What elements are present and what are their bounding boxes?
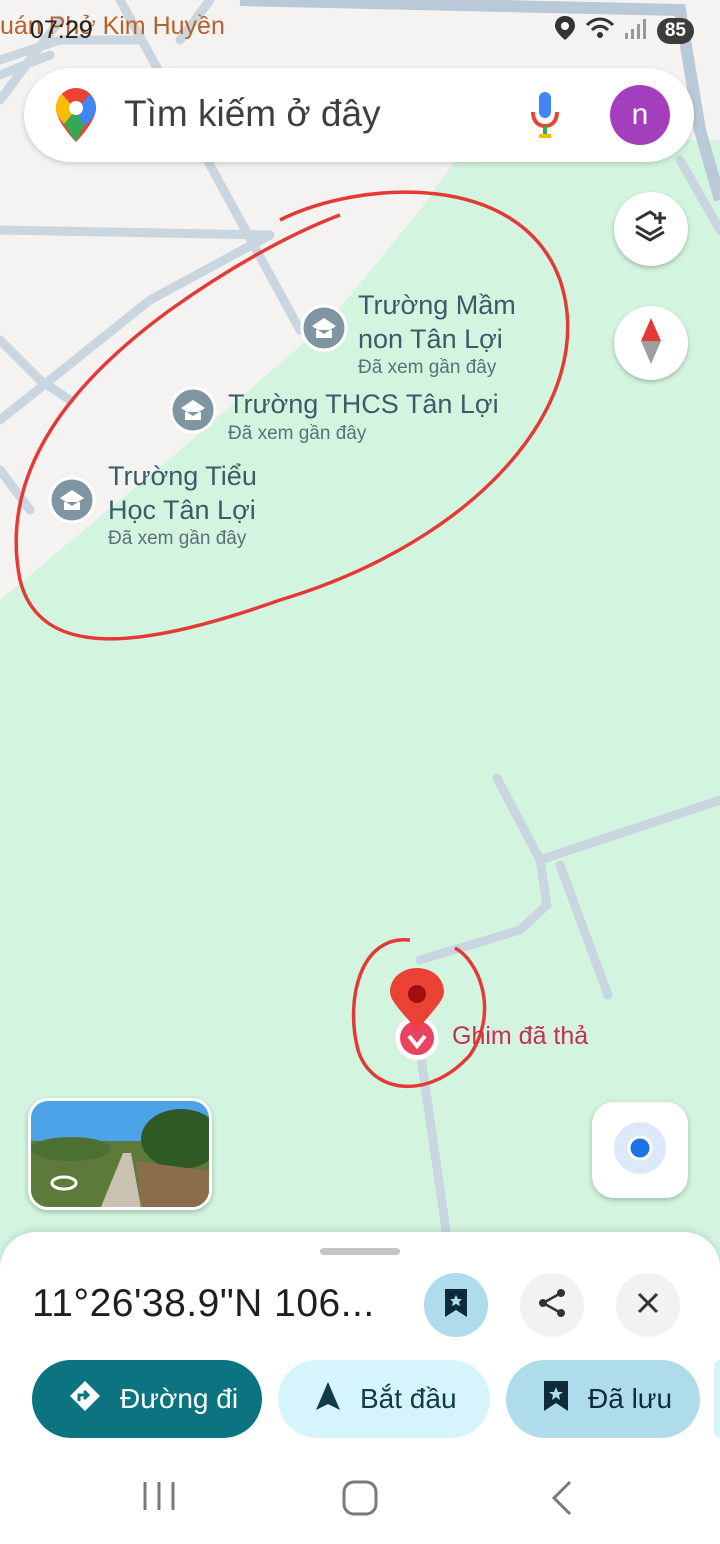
microphone-icon[interactable] (530, 92, 560, 143)
wifi-icon (585, 17, 615, 44)
poi-subtitle: Đã xem gần đây (228, 423, 367, 444)
school-icon (300, 304, 348, 352)
google-maps-logo-icon (56, 88, 96, 147)
rotate-360-icon (49, 1173, 79, 1198)
road (0, 225, 275, 240)
save-button[interactable] (424, 1273, 488, 1337)
poi-subtitle: Đã xem gần đây (108, 528, 247, 549)
dropped-pin-label[interactable]: Ghim đã thả (452, 1022, 588, 1051)
school-icon (48, 476, 96, 524)
battery-indicator: 85 (656, 17, 694, 44)
back-icon[interactable] (550, 1480, 574, 1521)
street-view-thumbnail[interactable] (28, 1098, 212, 1210)
poi-name[interactable]: Trường Tiểu Học Tân Lợi (108, 459, 257, 527)
system-nav-bar (0, 1462, 720, 1532)
bookmark-icon (445, 1288, 467, 1322)
more-chips-edge[interactable] (714, 1360, 720, 1438)
directions-label: Đường đi (120, 1383, 239, 1414)
directions-icon (70, 1380, 100, 1418)
compass-icon (639, 317, 663, 369)
poi-name[interactable]: Trường Mầm non Tân Lợi (358, 288, 516, 356)
sheet-drag-handle[interactable] (320, 1248, 400, 1255)
status-icons: 85 (554, 16, 694, 45)
search-bar[interactable]: Tìm kiếm ở đây n (24, 68, 694, 162)
saved-button[interactable]: Đã lưu (506, 1360, 700, 1438)
layers-plus-icon (632, 208, 670, 251)
share-button[interactable] (520, 1273, 584, 1337)
navigation-arrow-icon (316, 1381, 340, 1417)
poi-name[interactable]: Trường THCS Tân Lợi (228, 387, 499, 421)
saved-label: Đã lưu (588, 1383, 673, 1414)
location-icon (554, 16, 575, 45)
my-location-icon (612, 1120, 668, 1181)
start-button[interactable]: Bắt đầu (278, 1360, 490, 1438)
place-title: 11°26'38.9"N 106... (32, 1282, 375, 1325)
search-input[interactable]: Tìm kiếm ở đây (124, 93, 381, 135)
recent-apps-icon[interactable] (142, 1480, 176, 1517)
close-button[interactable] (616, 1273, 680, 1337)
status-time: 07:29 (30, 16, 93, 44)
school-icon (169, 386, 217, 434)
share-icon (537, 1288, 567, 1323)
home-icon[interactable] (342, 1480, 378, 1521)
directions-button[interactable]: Đường đi (32, 1360, 262, 1438)
layers-button[interactable] (614, 192, 688, 266)
start-label: Bắt đầu (360, 1383, 457, 1414)
compass-button[interactable] (614, 306, 688, 380)
close-icon (637, 1292, 659, 1319)
my-location-button[interactable] (592, 1102, 688, 1198)
bookmark-icon (544, 1380, 568, 1418)
poi-subtitle: Đã xem gần đây (358, 357, 497, 378)
signal-icon (624, 17, 647, 44)
avatar[interactable]: n (610, 85, 670, 145)
